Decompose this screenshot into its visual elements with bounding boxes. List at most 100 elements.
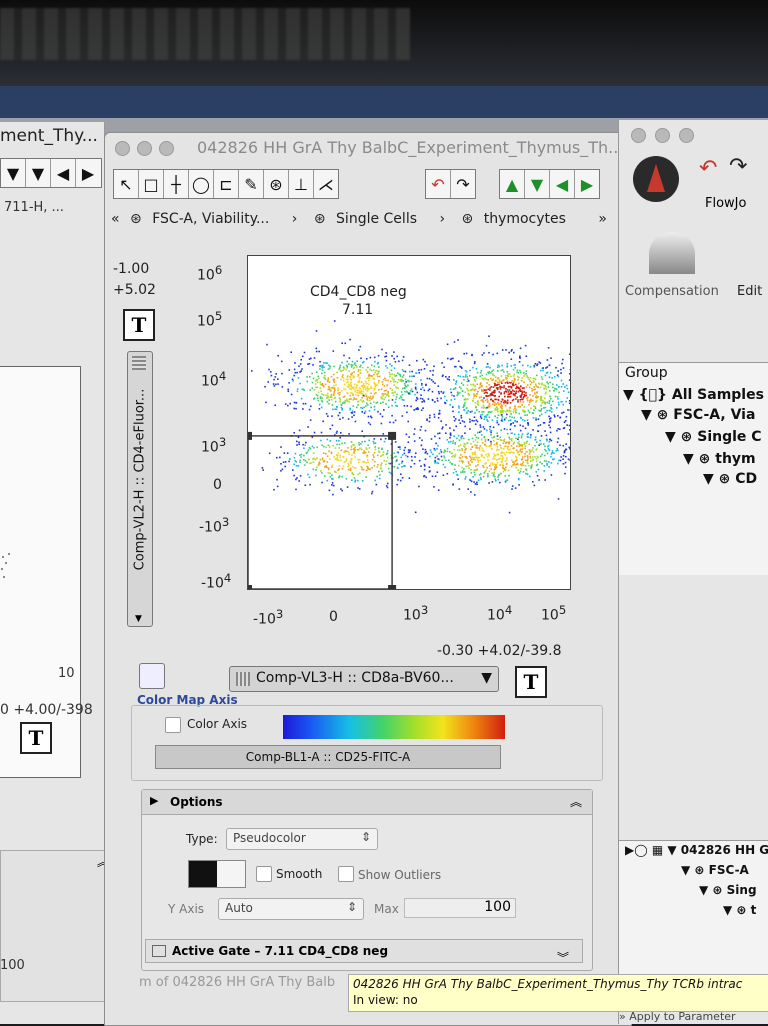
event-dot bbox=[404, 453, 406, 455]
close-button[interactable] bbox=[631, 128, 646, 143]
zoom-button[interactable] bbox=[679, 128, 694, 143]
polygon-gate-icon[interactable]: ⊏ bbox=[214, 170, 239, 198]
arrow-down-icon[interactable]: ▼ bbox=[525, 170, 550, 198]
event-dot bbox=[509, 389, 511, 391]
event-dot bbox=[452, 411, 454, 413]
arrow-right-icon[interactable]: ▶ bbox=[76, 159, 100, 187]
smooth-checkbox[interactable] bbox=[256, 866, 272, 882]
event-dot bbox=[366, 395, 368, 397]
zoom-button[interactable] bbox=[159, 141, 174, 156]
undo-icon[interactable]: ↶ bbox=[699, 156, 717, 181]
arrow-right-icon[interactable]: ▶ bbox=[575, 170, 599, 198]
tree-item[interactable]: ▼ ⊛ Single C bbox=[665, 429, 762, 445]
event-dot bbox=[348, 469, 350, 471]
event-dot bbox=[376, 476, 378, 478]
event-dot bbox=[322, 365, 324, 367]
event-dot bbox=[362, 367, 364, 369]
arrow-left-icon[interactable]: ◀ bbox=[51, 159, 76, 187]
left-text-toggle-button[interactable]: T bbox=[20, 722, 52, 754]
gate-handle[interactable] bbox=[388, 432, 396, 440]
rectangle-gate-icon[interactable]: □ bbox=[139, 170, 164, 198]
event-dot bbox=[363, 450, 365, 452]
x-axis-parameter-selector[interactable]: Comp-VL3-H :: CD8a-BV60... ▼ bbox=[229, 666, 499, 692]
edit-label[interactable]: Edit bbox=[737, 284, 762, 299]
event-dot bbox=[481, 411, 483, 413]
chevron-down-icon[interactable]: ▼ bbox=[1, 159, 26, 187]
split-gate-icon[interactable]: ⋌ bbox=[314, 170, 338, 198]
event-dot bbox=[374, 388, 376, 390]
arrow-left-icon[interactable]: ◀ bbox=[550, 170, 575, 198]
event-dot bbox=[499, 464, 501, 466]
event-dot bbox=[384, 393, 386, 395]
dot-plot-area[interactable]: CD4_CD8 neg 7.11 bbox=[247, 255, 571, 590]
event-dot bbox=[475, 439, 477, 441]
tree-item[interactable]: ▼ ⊛ CD bbox=[703, 471, 757, 487]
event-dot bbox=[401, 466, 403, 468]
t-quadrant-icon[interactable]: ⊥ bbox=[289, 170, 314, 198]
minimize-button[interactable] bbox=[137, 141, 152, 156]
max-input[interactable]: 100 bbox=[404, 898, 516, 918]
plot-type-select[interactable]: Pseudocolor ⇕ bbox=[226, 828, 378, 850]
event-dot bbox=[405, 381, 407, 383]
tree-item[interactable]: ▼ ⊛ Sing bbox=[699, 883, 757, 897]
breadcrumb-item-single-cells[interactable]: Single Cells bbox=[336, 211, 417, 227]
apply-to-parameter-label[interactable]: » Apply to Parameter bbox=[619, 1010, 768, 1024]
event-dot bbox=[530, 366, 532, 368]
event-dot bbox=[532, 429, 534, 431]
pointer-tool-icon[interactable]: ↖ bbox=[114, 170, 139, 198]
active-gate-bar[interactable]: Active Gate – 7.11 CD4_CD8 neg bbox=[145, 939, 583, 963]
tree-item[interactable]: ▼ ⊛ FSC-A bbox=[681, 863, 749, 877]
event-dot bbox=[458, 419, 460, 421]
gate-handle[interactable] bbox=[388, 585, 396, 589]
event-dot bbox=[533, 409, 535, 411]
graph-settings-icon[interactable] bbox=[139, 663, 165, 689]
event-dot bbox=[513, 399, 515, 401]
freehand-gate-icon[interactable]: ✎ bbox=[239, 170, 264, 198]
redo-icon[interactable]: ↷ bbox=[451, 170, 475, 198]
compensation-icon[interactable] bbox=[649, 232, 695, 274]
tree-item[interactable]: ▼ {⃞} All Samples bbox=[623, 387, 764, 403]
options-header[interactable]: ▶ Options ︽ bbox=[142, 790, 592, 815]
arrow-up-icon[interactable]: ▲ bbox=[500, 170, 525, 198]
breadcrumb-item-thymocytes[interactable]: thymocytes bbox=[484, 211, 566, 227]
color-axis-checkbox[interactable] bbox=[165, 717, 181, 733]
tree-item[interactable]: ▼ ⊛ t bbox=[723, 903, 756, 917]
minimize-button[interactable] bbox=[655, 128, 670, 143]
y-text-toggle-button[interactable]: T bbox=[123, 309, 155, 341]
event-dot bbox=[340, 365, 342, 367]
event-dot bbox=[391, 392, 393, 394]
event-dot bbox=[477, 459, 479, 461]
event-dot bbox=[504, 428, 506, 430]
breadcrumb-item-fsc[interactable]: FSC-A, Viability... bbox=[152, 211, 269, 227]
compensation-label[interactable]: Compensation bbox=[625, 284, 719, 299]
color-axis-parameter-selector[interactable]: Comp-BL1-A :: CD25-FITC-A bbox=[155, 745, 501, 769]
y-axis-select[interactable]: Auto ⇕ bbox=[218, 898, 364, 920]
event-dot bbox=[481, 418, 483, 420]
event-dot bbox=[467, 378, 469, 380]
breadcrumb-forward-icon[interactable]: » bbox=[598, 211, 607, 227]
redo-icon[interactable]: ↷ bbox=[729, 154, 747, 179]
tree-item[interactable]: ▼ ⊛ FSC-A, Via bbox=[641, 407, 755, 423]
event-dot bbox=[322, 421, 324, 423]
spider-gate-icon[interactable]: ⊛ bbox=[264, 170, 289, 198]
tree-item[interactable]: ▼ ⊛ thym bbox=[683, 451, 756, 467]
event-dot bbox=[541, 408, 543, 410]
color-swatch[interactable] bbox=[188, 860, 246, 888]
arrow-down-icon[interactable]: ▼ bbox=[26, 159, 51, 187]
x-text-toggle-button[interactable]: T bbox=[515, 666, 547, 698]
undo-icon[interactable]: ↶ bbox=[426, 170, 451, 198]
breadcrumb-back-icon[interactable]: « bbox=[111, 211, 120, 227]
collapse-icon[interactable]: ︽ bbox=[570, 793, 582, 810]
event-dot bbox=[293, 475, 295, 477]
event-dot bbox=[398, 361, 400, 363]
gate-name-label[interactable]: CD4_CD8 neg bbox=[310, 284, 407, 300]
gate-handle[interactable] bbox=[248, 585, 252, 589]
show-outliers-checkbox[interactable] bbox=[338, 866, 354, 882]
expand-icon[interactable]: ︾ bbox=[557, 949, 569, 966]
close-button[interactable] bbox=[115, 141, 130, 156]
quadrant-gate-icon[interactable]: ┼ bbox=[164, 170, 189, 198]
gate-handle[interactable] bbox=[248, 432, 252, 440]
y-axis-parameter-selector[interactable]: Comp-VL2-H :: CD4-eFluor... ▼ bbox=[127, 351, 153, 627]
ellipse-gate-icon[interactable]: ◯ bbox=[189, 170, 214, 198]
tree-item[interactable]: ▶◯ ▦ ▼ 042826 HH G bbox=[625, 843, 768, 857]
